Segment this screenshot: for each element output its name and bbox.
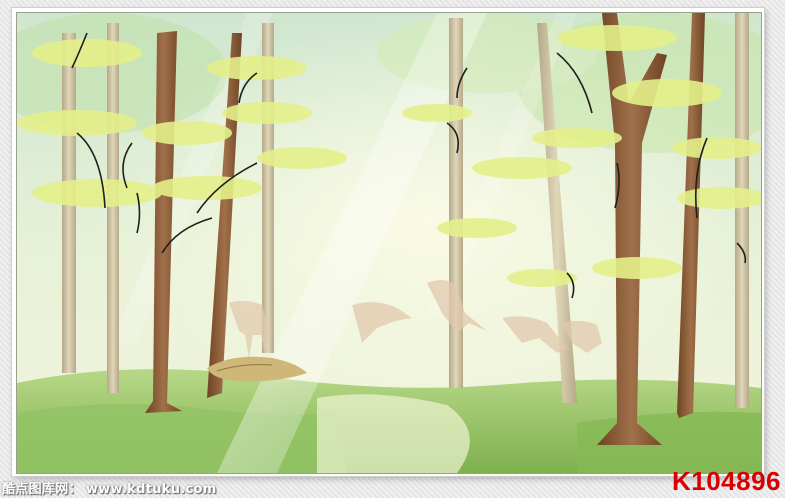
forest-deer-painting <box>16 12 762 474</box>
site-watermark: 酷点图库网： www.kdtuku.com <box>2 478 217 497</box>
watermark-site-name: 酷点图库网： <box>2 482 82 497</box>
product-code: K104896 <box>671 466 781 496</box>
watermark-url: www.kdtuku.com <box>85 482 217 497</box>
